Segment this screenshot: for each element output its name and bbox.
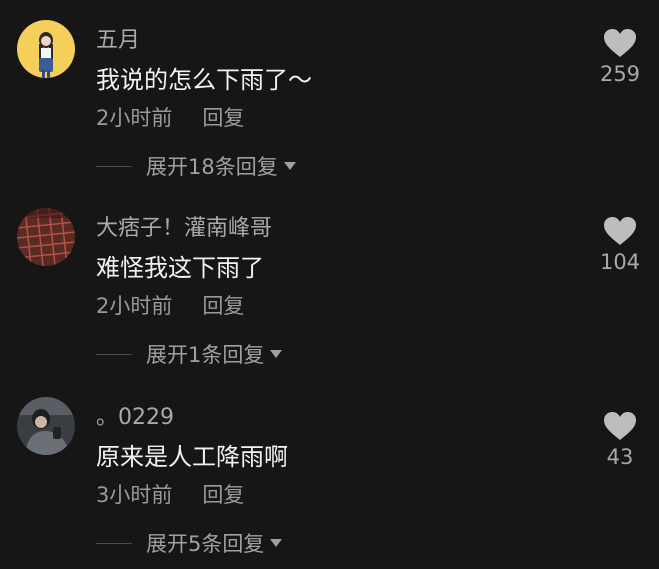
divider-line	[96, 353, 132, 355]
expand-replies-button[interactable]: 展开5条回复	[96, 528, 283, 558]
comment-text: 我说的怎么下雨了～	[96, 66, 312, 94]
comment-username[interactable]: 大痞子！灌南峰哥	[96, 210, 272, 242]
expand-replies-label: 展开1条回复	[146, 343, 265, 367]
comment-meta: 2小时前 回复	[96, 102, 244, 132]
heart-icon[interactable]	[603, 411, 637, 441]
divider-line	[96, 165, 132, 167]
divider-line	[96, 542, 132, 544]
avatar-image	[17, 20, 75, 78]
expand-replies-label: 展开5条回复	[146, 532, 265, 556]
caret-down-icon	[283, 162, 296, 170]
comment-username[interactable]: 五月	[96, 22, 140, 54]
comment-meta: 3小时前 回复	[96, 479, 244, 509]
expand-replies-label: 展开18条回复	[146, 155, 278, 179]
avatar[interactable]	[17, 20, 75, 78]
comment-time: 2小时前	[96, 106, 173, 130]
reply-button[interactable]: 回复	[202, 106, 244, 130]
expand-replies-button[interactable]: 展开18条回复	[96, 151, 297, 181]
avatar[interactable]	[17, 397, 75, 455]
comment-meta: 2小时前 回复	[96, 290, 244, 320]
comment-username[interactable]: 。0229	[96, 399, 174, 431]
heart-icon[interactable]	[603, 28, 637, 58]
heart-icon[interactable]	[603, 216, 637, 246]
comment-time: 3小时前	[96, 483, 173, 507]
like-group: 259	[596, 28, 644, 86]
like-group: 104	[596, 216, 644, 274]
like-group: 43	[596, 411, 644, 469]
comment-text: 难怪我这下雨了	[96, 254, 264, 282]
avatar-image	[17, 208, 75, 266]
comment-list: 五月 我说的怎么下雨了～ 2小时前 回复 259 展开18条回复 大痞子！灌南峰…	[0, 0, 659, 569]
reply-button[interactable]: 回复	[202, 294, 244, 318]
avatar[interactable]	[17, 208, 75, 266]
comment-text: 原来是人工降雨啊	[96, 443, 288, 471]
expand-replies-button[interactable]: 展开1条回复	[96, 339, 283, 369]
comment-time: 2小时前	[96, 294, 173, 318]
like-count: 259	[599, 62, 641, 86]
caret-down-icon	[270, 350, 283, 358]
like-count: 104	[599, 250, 641, 274]
like-count: 43	[606, 445, 634, 469]
reply-button[interactable]: 回复	[202, 483, 244, 507]
caret-down-icon	[270, 539, 283, 547]
avatar-image	[17, 397, 75, 455]
